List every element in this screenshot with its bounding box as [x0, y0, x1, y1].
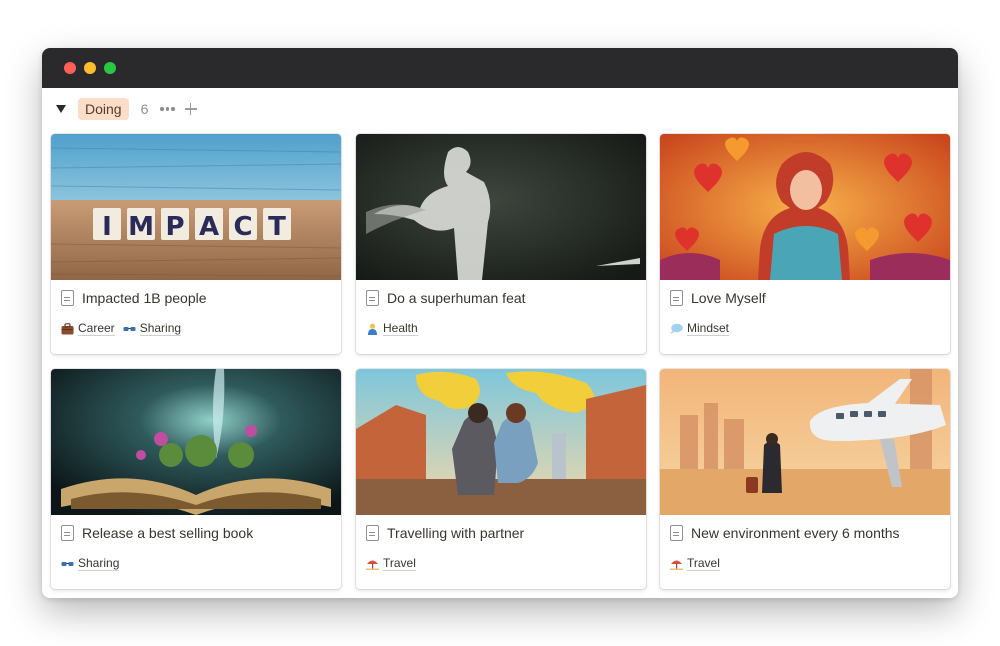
- page-icon: [366, 525, 379, 541]
- minimize-window-button[interactable]: [84, 62, 96, 74]
- card-title-row[interactable]: Release a best selling book: [61, 525, 253, 541]
- more-options-icon[interactable]: [160, 100, 175, 118]
- svg-text:T: T: [268, 212, 286, 242]
- card-cover-image: I M P A C T: [51, 134, 341, 280]
- svg-text:I: I: [102, 212, 112, 242]
- card-title: Travelling with partner: [387, 525, 525, 541]
- card-title-row[interactable]: Love Myself: [670, 290, 766, 306]
- group-count: 6: [140, 101, 149, 117]
- beach-umbrella-icon: [670, 560, 683, 570]
- card-title: Love Myself: [691, 290, 766, 306]
- page-icon: [61, 290, 74, 306]
- card-title-row[interactable]: Impacted 1B people: [61, 290, 207, 306]
- card-title: Do a superhuman feat: [387, 290, 526, 306]
- board-card[interactable]: Release a best selling book Sharing: [51, 369, 341, 589]
- speech-bubble-icon: [670, 323, 683, 334]
- svg-text:A: A: [199, 212, 219, 242]
- card-title: New environment every 6 months: [691, 525, 900, 541]
- tag-travel[interactable]: Travel: [366, 556, 416, 571]
- svg-text:P: P: [165, 212, 184, 242]
- add-card-icon[interactable]: [184, 103, 197, 115]
- card-tags: Travel: [670, 556, 720, 571]
- beach-umbrella-icon: [366, 560, 379, 570]
- tag-label: Health: [383, 321, 418, 336]
- page-icon: [670, 525, 683, 541]
- page-icon: [61, 525, 74, 541]
- tag-sharing[interactable]: Sharing: [123, 321, 182, 336]
- tag-mindset[interactable]: Mindset: [670, 321, 730, 336]
- board-card[interactable]: Love Myself Mindset: [660, 134, 950, 354]
- card-cover-image: [356, 369, 646, 515]
- tag-label: Travel: [383, 556, 416, 571]
- card-cover-image: [356, 134, 646, 280]
- card-title: Release a best selling book: [82, 525, 254, 541]
- svg-text:C: C: [233, 212, 252, 242]
- tag-sharing[interactable]: Sharing: [61, 556, 120, 571]
- tag-health[interactable]: Health: [366, 321, 418, 336]
- close-window-button[interactable]: [64, 62, 76, 74]
- tag-travel[interactable]: Travel: [670, 556, 720, 571]
- tag-label: Career: [78, 321, 115, 336]
- card-tags: Sharing: [61, 556, 120, 571]
- app-window: Doing 6 I M P A C T Impacted 1B people C…: [42, 48, 958, 598]
- tag-label: Travel: [687, 556, 720, 571]
- briefcase-icon: [61, 322, 74, 334]
- card-cover-image: [660, 369, 950, 515]
- card-title: Impacted 1B people: [82, 290, 207, 306]
- tag-career[interactable]: Career: [61, 321, 115, 336]
- page-icon: [366, 290, 379, 306]
- card-tags: Travel: [366, 556, 416, 571]
- page-icon: [670, 290, 683, 306]
- card-title-row[interactable]: New environment every 6 months: [670, 525, 900, 541]
- card-cover-image: [660, 134, 950, 280]
- card-tags: Health: [366, 321, 418, 336]
- maximize-window-button[interactable]: [104, 62, 116, 74]
- glasses-icon: [61, 561, 74, 566]
- person-icon: [368, 323, 377, 335]
- tag-label: Sharing: [78, 556, 120, 571]
- svg-text:M: M: [128, 212, 154, 242]
- board-card[interactable]: I M P A C T Impacted 1B people Career Sh…: [51, 134, 341, 354]
- card-tags: Career Sharing: [61, 321, 182, 336]
- card-tags: Mindset: [670, 321, 730, 336]
- card-title-row[interactable]: Do a superhuman feat: [366, 290, 526, 306]
- window-titlebar: [42, 48, 958, 88]
- card-title-row[interactable]: Travelling with partner: [366, 525, 524, 541]
- board-card[interactable]: Do a superhuman feat Health: [356, 134, 646, 354]
- board-card[interactable]: New environment every 6 months Travel: [660, 369, 950, 589]
- collapse-toggle-icon[interactable]: [56, 105, 66, 113]
- card-cover-image: [51, 369, 341, 515]
- board-card[interactable]: Travelling with partner Travel: [356, 369, 646, 589]
- status-pill: Doing: [78, 98, 129, 120]
- tag-label: Sharing: [139, 321, 182, 336]
- board-group-header: Doing 6: [56, 98, 197, 120]
- tag-label: Mindset: [687, 321, 730, 336]
- glasses-icon: [123, 326, 136, 331]
